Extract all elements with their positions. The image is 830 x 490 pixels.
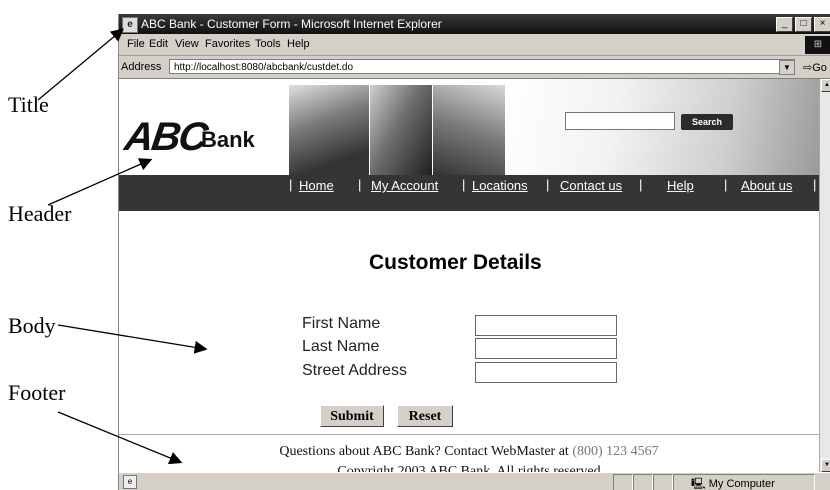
- page-viewport: ABC Bank Search | Home | My Account | Lo…: [119, 79, 819, 472]
- callout-title-label: Title: [8, 92, 49, 117]
- last-name-input[interactable]: [475, 338, 617, 359]
- nav-contact-us[interactable]: Contact us: [560, 178, 622, 193]
- ie-app-icon: e: [122, 17, 138, 33]
- header-photo-building: [289, 85, 369, 175]
- go-arrow-icon: ⇨: [803, 62, 813, 74]
- nav-my-account[interactable]: My Account: [371, 178, 438, 193]
- maximize-button[interactable]: □: [795, 17, 812, 32]
- last-name-label: Last Name: [302, 338, 380, 355]
- address-bar: Address http://localhost:8080/abcbank/cu…: [119, 56, 830, 79]
- go-label: Go: [812, 62, 827, 74]
- menu-view[interactable]: View: [175, 38, 199, 50]
- title-arrow: [37, 28, 124, 101]
- status-zone-label: My Computer: [708, 478, 775, 490]
- title-bar[interactable]: e ABC Bank - Customer Form - Microsoft I…: [119, 14, 830, 34]
- status-pane: [653, 474, 673, 490]
- nav-separator: |: [724, 177, 728, 192]
- header-photo-meeting: [370, 85, 432, 175]
- window-title: ABC Bank - Customer Form - Microsoft Int…: [141, 17, 442, 31]
- menu-edit[interactable]: Edit: [149, 38, 168, 50]
- submit-button[interactable]: Submit: [320, 405, 384, 427]
- address-label: Address: [121, 61, 162, 73]
- search-button[interactable]: Search: [681, 114, 733, 130]
- scroll-down-icon[interactable]: ▼: [821, 459, 830, 472]
- page-title: Customer Details: [369, 251, 542, 274]
- status-zone: 🖳 My Computer: [691, 475, 775, 490]
- go-button[interactable]: ⇨Go: [803, 61, 827, 74]
- menu-help[interactable]: Help: [287, 38, 310, 50]
- vertical-scrollbar[interactable]: ▲ ▼: [819, 79, 830, 472]
- search-input[interactable]: [565, 112, 675, 130]
- footer-phone: (800) 123 4567: [572, 444, 659, 459]
- scroll-up-icon[interactable]: ▲: [821, 79, 830, 92]
- nav-separator: |: [358, 177, 362, 192]
- bank-logo[interactable]: ABC Bank: [119, 79, 289, 175]
- logo-abc-text: ABC: [121, 115, 209, 159]
- footer-contact: Questions about ABC Bank? Contact WebMas…: [119, 444, 819, 460]
- street-address-label: Street Address: [302, 362, 407, 379]
- status-pane: [633, 474, 653, 490]
- logo-bank-text: Bank: [201, 127, 255, 152]
- close-button[interactable]: ×: [814, 17, 830, 32]
- computer-icon: 🖳: [691, 478, 706, 490]
- nav-bar: | Home | My Account | Locations | Contac…: [119, 175, 819, 211]
- nav-home[interactable]: Home: [299, 178, 334, 193]
- nav-separator: |: [639, 177, 643, 192]
- address-input[interactable]: http://localhost:8080/abcbank/custdet.do: [169, 59, 795, 74]
- callout-header-label: Header: [8, 201, 72, 226]
- nav-separator: |: [462, 177, 466, 192]
- page-done-icon: e: [123, 475, 137, 489]
- first-name-input[interactable]: [475, 315, 617, 336]
- callout-footer-label: Footer: [8, 380, 66, 405]
- windows-logo-icon: ⊞: [805, 36, 830, 54]
- callout-body-label: Body: [8, 313, 56, 338]
- nav-separator: |: [546, 177, 550, 192]
- browser-window: e ABC Bank - Customer Form - Microsoft I…: [118, 14, 830, 490]
- footer-copyright: Copyright 2003 ABC Bank, All rights rese…: [337, 464, 601, 472]
- menu-favorites[interactable]: Favorites: [205, 38, 250, 50]
- nav-locations[interactable]: Locations: [472, 178, 528, 193]
- status-bar: e 🖳 My Computer: [119, 472, 830, 490]
- menu-bar: File Edit View Favorites Tools Help: [119, 34, 830, 56]
- first-name-label: First Name: [302, 315, 381, 332]
- footer-question: Questions about ABC Bank? Contact WebMas…: [279, 444, 569, 459]
- nav-separator: |: [813, 177, 817, 192]
- status-pane: [613, 474, 633, 490]
- header-photo-handshake: [433, 85, 505, 175]
- street-address-input[interactable]: [475, 362, 617, 383]
- nav-help[interactable]: Help: [667, 178, 694, 193]
- nav-about-us[interactable]: About us: [741, 178, 792, 193]
- menu-file[interactable]: File: [127, 38, 145, 50]
- nav-separator: |: [289, 177, 293, 192]
- menu-tools[interactable]: Tools: [255, 38, 281, 50]
- footer-divider: [119, 434, 819, 435]
- reset-button[interactable]: Reset: [397, 405, 453, 427]
- minimize-button[interactable]: _: [776, 17, 793, 32]
- address-dropdown-icon[interactable]: ▼: [779, 60, 795, 75]
